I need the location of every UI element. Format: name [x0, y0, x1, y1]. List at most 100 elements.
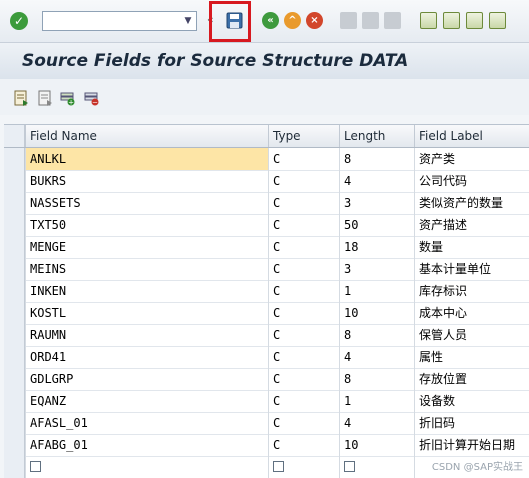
type-cell[interactable]: C [268, 412, 339, 434]
checkbox-icon[interactable] [30, 461, 41, 472]
type-cell[interactable]: C [268, 236, 339, 258]
row-selector[interactable] [4, 280, 25, 302]
length-cell[interactable]: 8 [339, 148, 414, 170]
delete-row-icon[interactable]: − [84, 90, 99, 106]
field-label-cell[interactable]: 折旧计算开始日期 [414, 434, 529, 456]
length-cell[interactable]: 10 [339, 434, 414, 456]
dropdown-icon[interactable]: ▼ [182, 14, 194, 28]
table-row[interactable]: AFABG_01 C 10 折旧计算开始日期 [4, 434, 529, 457]
table-row[interactable]: GDLGRP C 8 存放位置 [4, 368, 529, 391]
field-name-cell[interactable]: TXT50 [25, 214, 268, 236]
length-cell[interactable]: 8 [339, 324, 414, 346]
table-row[interactable]: AFASL_01 C 4 折旧码 [4, 412, 529, 435]
field-label-cell[interactable]: 库存标识 [414, 280, 529, 302]
checkbox-icon[interactable] [273, 461, 284, 472]
row-selector[interactable] [4, 192, 25, 214]
find-next-icon[interactable] [384, 12, 401, 29]
field-name-cell[interactable]: KOSTL [25, 302, 268, 324]
type-cell[interactable]: C [268, 280, 339, 302]
type-cell[interactable]: C [268, 434, 339, 456]
column-header-field-name[interactable]: Field Name [25, 125, 268, 147]
first-page-icon[interactable] [420, 12, 437, 29]
type-cell[interactable]: C [268, 324, 339, 346]
enter-icon[interactable]: ✓ [10, 12, 28, 30]
empty-type-cell[interactable] [268, 456, 339, 478]
display-icon[interactable] [38, 90, 53, 106]
field-label-cell[interactable]: 存放位置 [414, 368, 529, 390]
table-row[interactable]: ORD41 C 4 属性 [4, 346, 529, 369]
table-row[interactable]: BUKRS C 4 公司代码 [4, 170, 529, 193]
empty-field-name-cell[interactable] [25, 456, 268, 478]
type-cell[interactable]: C [268, 302, 339, 324]
column-header-type[interactable]: Type [268, 125, 339, 147]
field-name-cell[interactable]: INKEN [25, 280, 268, 302]
exit-icon[interactable]: ^ [284, 12, 301, 29]
field-label-cell[interactable]: 资产描述 [414, 214, 529, 236]
cancel-icon[interactable]: × [306, 12, 323, 29]
table-row[interactable]: KOSTL C 10 成本中心 [4, 302, 529, 325]
field-label-cell[interactable]: 设备数 [414, 390, 529, 412]
column-header-field-label[interactable]: Field Label [414, 125, 529, 147]
field-name-cell[interactable]: ORD41 [25, 346, 268, 368]
length-cell[interactable]: 4 [339, 412, 414, 434]
details-icon[interactable] [14, 90, 29, 106]
field-name-cell[interactable]: BUKRS [25, 170, 268, 192]
table-row[interactable]: TXT50 C 50 资产描述 [4, 214, 529, 237]
field-name-cell[interactable]: RAUMN [25, 324, 268, 346]
row-selector[interactable] [4, 390, 25, 412]
length-cell[interactable]: 4 [339, 170, 414, 192]
field-label-cell[interactable]: 公司代码 [414, 170, 529, 192]
row-selector[interactable] [4, 236, 25, 258]
previous-page-icon[interactable] [443, 12, 460, 29]
table-row[interactable]: ANLKL C 8 资产类 [4, 148, 529, 171]
checkbox-icon[interactable] [344, 461, 355, 472]
find-icon[interactable] [362, 12, 379, 29]
row-selector[interactable] [4, 434, 25, 456]
length-cell[interactable]: 50 [339, 214, 414, 236]
field-label-cell[interactable]: 基本计量单位 [414, 258, 529, 280]
next-page-icon[interactable] [466, 12, 483, 29]
length-cell[interactable]: 3 [339, 192, 414, 214]
type-cell[interactable]: C [268, 368, 339, 390]
table-row[interactable]: MEINS C 3 基本计量单位 [4, 258, 529, 281]
insert-row-icon[interactable]: + [60, 90, 75, 106]
type-cell[interactable]: C [268, 390, 339, 412]
type-cell[interactable]: C [268, 170, 339, 192]
table-row[interactable]: MENGE C 18 数量 [4, 236, 529, 259]
field-label-cell[interactable]: 折旧码 [414, 412, 529, 434]
field-label-cell[interactable]: 类似资产的数量 [414, 192, 529, 214]
empty-length-cell[interactable] [339, 456, 414, 478]
row-selector[interactable] [4, 412, 25, 434]
command-field[interactable]: ▼ [42, 11, 197, 31]
row-selector[interactable] [4, 148, 25, 170]
row-selector[interactable] [4, 170, 25, 192]
print-icon[interactable] [340, 12, 357, 29]
field-name-cell[interactable]: AFABG_01 [25, 434, 268, 456]
row-selector[interactable] [4, 324, 25, 346]
type-cell[interactable]: C [268, 214, 339, 236]
table-row[interactable]: RAUMN C 8 保管人员 [4, 324, 529, 347]
field-label-cell[interactable]: 保管人员 [414, 324, 529, 346]
field-name-cell[interactable]: GDLGRP [25, 368, 268, 390]
field-label-cell[interactable]: 数量 [414, 236, 529, 258]
length-cell[interactable]: 10 [339, 302, 414, 324]
type-cell[interactable]: C [268, 258, 339, 280]
field-label-cell[interactable]: 成本中心 [414, 302, 529, 324]
length-cell[interactable]: 1 [339, 390, 414, 412]
type-cell[interactable]: C [268, 346, 339, 368]
field-name-cell[interactable]: NASSETS [25, 192, 268, 214]
length-cell[interactable]: 8 [339, 368, 414, 390]
field-name-cell[interactable]: AFASL_01 [25, 412, 268, 434]
row-selector[interactable] [4, 346, 25, 368]
table-row[interactable]: NASSETS C 3 类似资产的数量 [4, 192, 529, 215]
type-cell[interactable]: C [268, 148, 339, 170]
type-cell[interactable]: C [268, 192, 339, 214]
field-name-cell[interactable]: EQANZ [25, 390, 268, 412]
row-selector[interactable] [4, 368, 25, 390]
length-cell[interactable]: 18 [339, 236, 414, 258]
field-label-cell[interactable]: 资产类 [414, 148, 529, 170]
row-selector[interactable] [4, 302, 25, 324]
field-name-cell[interactable]: MEINS [25, 258, 268, 280]
row-selector[interactable] [4, 214, 25, 236]
length-cell[interactable]: 4 [339, 346, 414, 368]
